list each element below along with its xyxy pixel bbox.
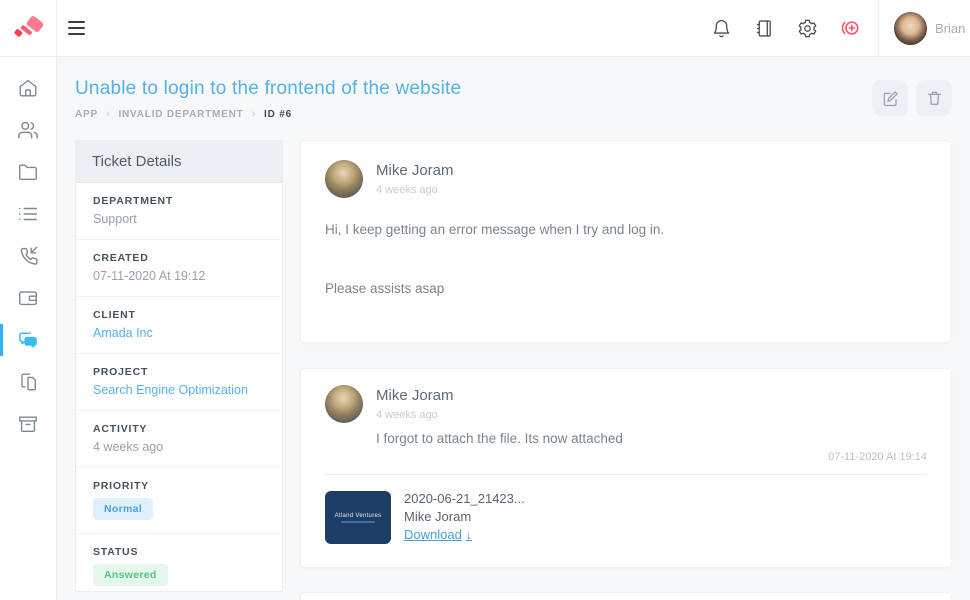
field-value: 4 weeks ago	[93, 440, 265, 454]
attachment-thumb-bar	[341, 521, 375, 523]
attachment: Atland Ventures 2020-06-21_21423... Mike…	[325, 491, 927, 544]
main-content: Unable to login to the frontend of the w…	[57, 57, 970, 600]
user-avatar	[894, 12, 927, 45]
project-link[interactable]: Search Engine Optimization	[93, 383, 265, 397]
message-time-ago: 4 weeks ago	[376, 184, 454, 196]
field-created: CREATED 07-11-2020 At 19:12	[77, 240, 281, 297]
breadcrumb-separator: ›	[106, 108, 110, 120]
download-link[interactable]: Download	[404, 527, 462, 542]
user-menu[interactable]: Brian	[878, 0, 970, 56]
breadcrumb-separator: ›	[252, 108, 256, 120]
attachment-uploader: Mike Joram	[404, 509, 525, 524]
nav-home-icon[interactable]	[0, 67, 56, 109]
breadcrumb-ticket-id: ID #6	[264, 109, 292, 120]
topbar: Brian	[0, 0, 970, 57]
message-thread: Mike Joram 4 weeks ago Hi, I keep gettin…	[300, 140, 952, 600]
field-label: CREATED	[93, 252, 265, 264]
message-text: Please assists asap	[325, 281, 927, 296]
status-badge: Answered	[93, 564, 168, 586]
attachment-filename: 2020-06-21_21423...	[404, 491, 525, 506]
message-author: Mike Joram	[376, 385, 927, 404]
field-label: STATUS	[93, 546, 265, 558]
nav-calls-icon[interactable]	[0, 235, 56, 277]
field-activity: ACTIVITY 4 weeks ago	[77, 411, 281, 468]
field-client: CLIENT Amada Inc	[77, 297, 281, 354]
breadcrumb-app[interactable]: APP	[75, 109, 98, 120]
message-text: Hi, I keep getting an error message when…	[325, 222, 927, 237]
breadcrumb: APP › INVALID DEPARTMENT › ID #6	[75, 108, 461, 120]
message-card-partial	[300, 592, 952, 600]
message-avatar	[325, 160, 363, 198]
priority-badge: Normal	[93, 498, 153, 520]
field-project: PROJECT Search Engine Optimization	[77, 354, 281, 411]
ticket-details-panel: Ticket Details DEPARTMENT Support CREATE…	[75, 140, 283, 592]
field-label: CLIENT	[93, 309, 265, 321]
download-arrow-icon[interactable]: ↓	[465, 527, 472, 542]
nav-documents-icon[interactable]	[0, 361, 56, 403]
nav-archive-icon[interactable]	[0, 403, 56, 445]
field-department: DEPARTMENT Support	[77, 183, 281, 240]
field-priority: PRIORITY Normal	[77, 468, 281, 534]
nav-tasks-icon[interactable]	[0, 193, 56, 235]
pencil-edit-icon	[881, 89, 900, 108]
field-label: PRIORITY	[93, 480, 265, 492]
attachment-thumbnail[interactable]: Atland Ventures	[325, 491, 391, 544]
message-card: Mike Joram 4 weeks ago Hi, I keep gettin…	[300, 140, 952, 343]
trash-icon	[925, 89, 944, 108]
app-logo[interactable]	[0, 0, 57, 56]
client-link[interactable]: Amada Inc	[93, 326, 265, 340]
message-text: I forgot to attach the file. Its now att…	[376, 431, 927, 446]
delete-ticket-icon-button[interactable]	[916, 80, 952, 116]
message-time-ago: 4 weeks ago	[376, 409, 927, 421]
edit-ticket-icon-button[interactable]	[872, 80, 908, 116]
breadcrumb-department[interactable]: INVALID DEPARTMENT	[118, 109, 243, 120]
attachment-thumb-label: Atland Ventures	[335, 513, 382, 519]
bell-icon[interactable]	[710, 17, 732, 39]
ticket-details-header: Ticket Details	[76, 141, 282, 183]
page-title: Unable to login to the frontend of the w…	[75, 78, 461, 100]
field-value: Support	[93, 212, 265, 226]
field-status: STATUS Answered	[77, 534, 281, 592]
message-avatar	[325, 385, 363, 423]
field-label: ACTIVITY	[93, 423, 265, 435]
message-card: Mike Joram 4 weeks ago I forgot to attac…	[300, 368, 952, 568]
field-label: DEPARTMENT	[93, 195, 265, 207]
divider	[325, 474, 927, 475]
settings-gear-icon[interactable]	[796, 17, 818, 39]
message-timestamp: 07-11-2020 At 19:14	[325, 451, 927, 463]
notebook-icon[interactable]	[753, 17, 775, 39]
field-label: PROJECT	[93, 366, 265, 378]
menu-toggle-icon[interactable]	[68, 17, 90, 39]
field-value: 07-11-2020 At 19:12	[93, 269, 265, 283]
message-author: Mike Joram	[376, 160, 454, 179]
add-record-icon[interactable]	[839, 17, 861, 39]
side-nav	[0, 57, 57, 600]
nav-payments-icon[interactable]	[0, 277, 56, 319]
logo-icon	[13, 13, 43, 43]
nav-tickets-icon[interactable]	[0, 319, 56, 361]
nav-clients-icon[interactable]	[0, 109, 56, 151]
nav-projects-icon[interactable]	[0, 151, 56, 193]
user-name: Brian	[935, 21, 965, 36]
